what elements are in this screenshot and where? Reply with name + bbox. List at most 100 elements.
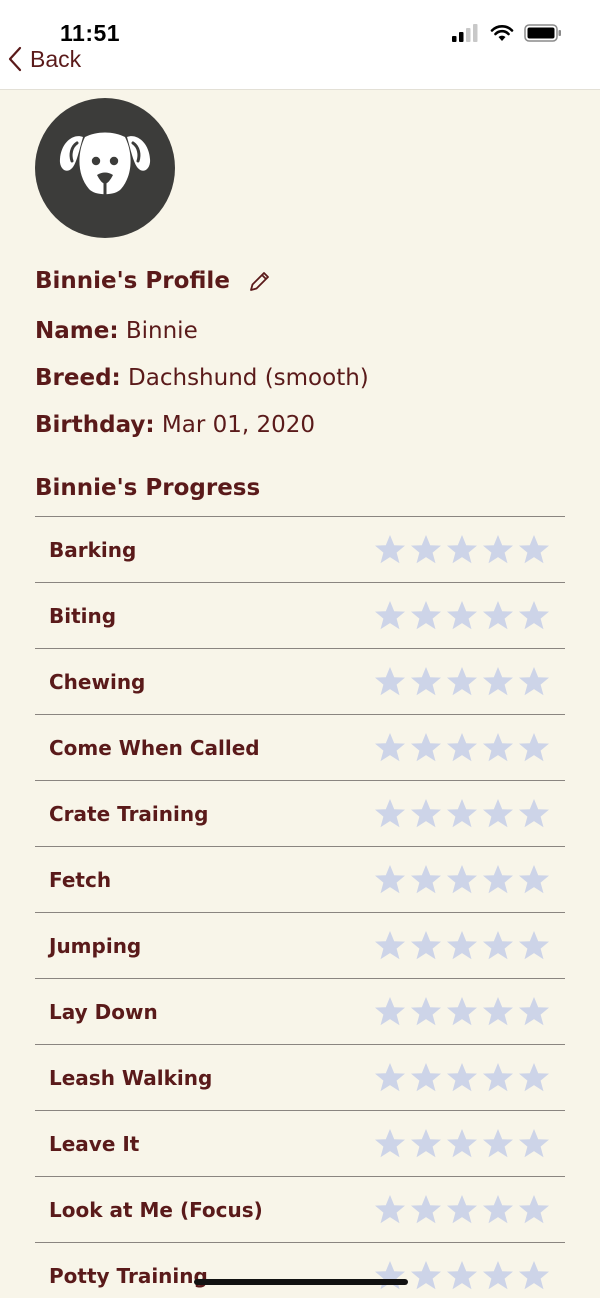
star-icon[interactable] <box>445 929 479 963</box>
profile-heading: Binnie's Profile <box>35 268 272 294</box>
back-label: Back <box>30 45 82 72</box>
star-icon[interactable] <box>373 863 407 897</box>
star-icon[interactable] <box>409 1193 443 1227</box>
progress-row-label: Lay Down <box>49 999 158 1024</box>
star-icon[interactable] <box>481 995 515 1029</box>
star-icon[interactable] <box>373 1061 407 1095</box>
progress-row: Lay Down <box>35 978 565 1044</box>
star-icon[interactable] <box>481 1193 515 1227</box>
star-rating <box>373 533 551 567</box>
star-icon[interactable] <box>409 863 443 897</box>
avatar[interactable] <box>35 98 175 238</box>
star-icon[interactable] <box>409 731 443 765</box>
birthday-value: Mar 01, 2020 <box>161 412 316 438</box>
star-icon[interactable] <box>409 665 443 699</box>
star-icon[interactable] <box>445 665 479 699</box>
progress-row-label: Barking <box>49 537 137 562</box>
star-icon[interactable] <box>481 665 515 699</box>
star-icon[interactable] <box>481 929 515 963</box>
star-icon[interactable] <box>409 1259 443 1293</box>
star-icon[interactable] <box>517 1061 551 1095</box>
star-icon[interactable] <box>445 731 479 765</box>
progress-row: Barking <box>35 516 565 582</box>
progress-row: Leash Walking <box>35 1044 565 1110</box>
star-icon[interactable] <box>517 599 551 633</box>
star-icon[interactable] <box>409 599 443 633</box>
star-icon[interactable] <box>445 1193 479 1227</box>
star-rating <box>373 1127 551 1161</box>
star-icon[interactable] <box>481 797 515 831</box>
star-icon[interactable] <box>373 797 407 831</box>
star-icon[interactable] <box>409 797 443 831</box>
progress-row-label: Chewing <box>49 669 146 694</box>
star-icon[interactable] <box>373 995 407 1029</box>
star-icon[interactable] <box>481 731 515 765</box>
breed-value: Dachshund (smooth) <box>128 365 369 391</box>
progress-row-label: Biting <box>49 603 117 628</box>
star-icon[interactable] <box>517 533 551 567</box>
star-icon[interactable] <box>409 929 443 963</box>
star-icon[interactable] <box>517 1259 551 1293</box>
star-icon[interactable] <box>445 863 479 897</box>
progress-title: Binnie's Progress <box>35 475 261 501</box>
star-rating <box>373 665 551 699</box>
star-icon[interactable] <box>445 1127 479 1161</box>
progress-row: Fetch <box>35 846 565 912</box>
star-icon[interactable] <box>373 1259 407 1293</box>
star-icon[interactable] <box>445 797 479 831</box>
star-icon[interactable] <box>481 863 515 897</box>
star-icon[interactable] <box>517 797 551 831</box>
progress-row: Potty Training <box>35 1242 565 1298</box>
star-icon[interactable] <box>517 995 551 1029</box>
star-icon[interactable] <box>517 1127 551 1161</box>
star-icon[interactable] <box>409 533 443 567</box>
back-button[interactable]: Back <box>8 44 81 74</box>
pencil-icon[interactable] <box>248 269 272 293</box>
star-rating <box>373 731 551 765</box>
star-icon[interactable] <box>517 665 551 699</box>
star-icon[interactable] <box>445 533 479 567</box>
star-rating <box>373 1061 551 1095</box>
star-icon[interactable] <box>517 863 551 897</box>
star-icon[interactable] <box>373 665 407 699</box>
progress-row: Crate Training <box>35 780 565 846</box>
star-rating <box>373 995 551 1029</box>
star-icon[interactable] <box>445 599 479 633</box>
star-icon[interactable] <box>481 1127 515 1161</box>
star-icon[interactable] <box>481 599 515 633</box>
star-icon[interactable] <box>445 1259 479 1293</box>
star-icon[interactable] <box>373 731 407 765</box>
star-icon[interactable] <box>373 533 407 567</box>
star-icon[interactable] <box>409 1061 443 1095</box>
star-icon[interactable] <box>373 599 407 633</box>
nav-bar: Back <box>0 44 600 90</box>
star-icon[interactable] <box>481 533 515 567</box>
birthday-row: Birthday: Mar 01, 2020 <box>35 412 315 438</box>
star-icon[interactable] <box>409 1127 443 1161</box>
star-icon[interactable] <box>373 929 407 963</box>
progress-row: Jumping <box>35 912 565 978</box>
star-icon[interactable] <box>373 1127 407 1161</box>
star-icon[interactable] <box>409 995 443 1029</box>
progress-row-label: Leave It <box>49 1131 140 1156</box>
star-icon[interactable] <box>373 1193 407 1227</box>
star-icon[interactable] <box>517 1193 551 1227</box>
star-rating <box>373 599 551 633</box>
star-icon[interactable] <box>445 1061 479 1095</box>
star-icon[interactable] <box>517 731 551 765</box>
signal-icon <box>452 24 478 42</box>
progress-row-label: Come When Called <box>49 735 260 760</box>
profile-content: Binnie's Profile Name: Binnie Breed: Dac… <box>0 90 600 1298</box>
home-indicator <box>194 1279 408 1285</box>
wifi-icon <box>490 25 514 41</box>
star-icon[interactable] <box>517 929 551 963</box>
star-rating <box>373 797 551 831</box>
progress-row-label: Jumping <box>49 933 142 958</box>
star-icon[interactable] <box>481 1259 515 1293</box>
profile-title: Binnie's Profile <box>35 268 230 294</box>
progress-list: Barking Biting Chewing Come When Called Crat… <box>35 516 565 1298</box>
star-icon[interactable] <box>481 1061 515 1095</box>
star-icon[interactable] <box>445 995 479 1029</box>
breed-label: Breed: <box>35 365 121 391</box>
battery-icon <box>524 24 561 42</box>
